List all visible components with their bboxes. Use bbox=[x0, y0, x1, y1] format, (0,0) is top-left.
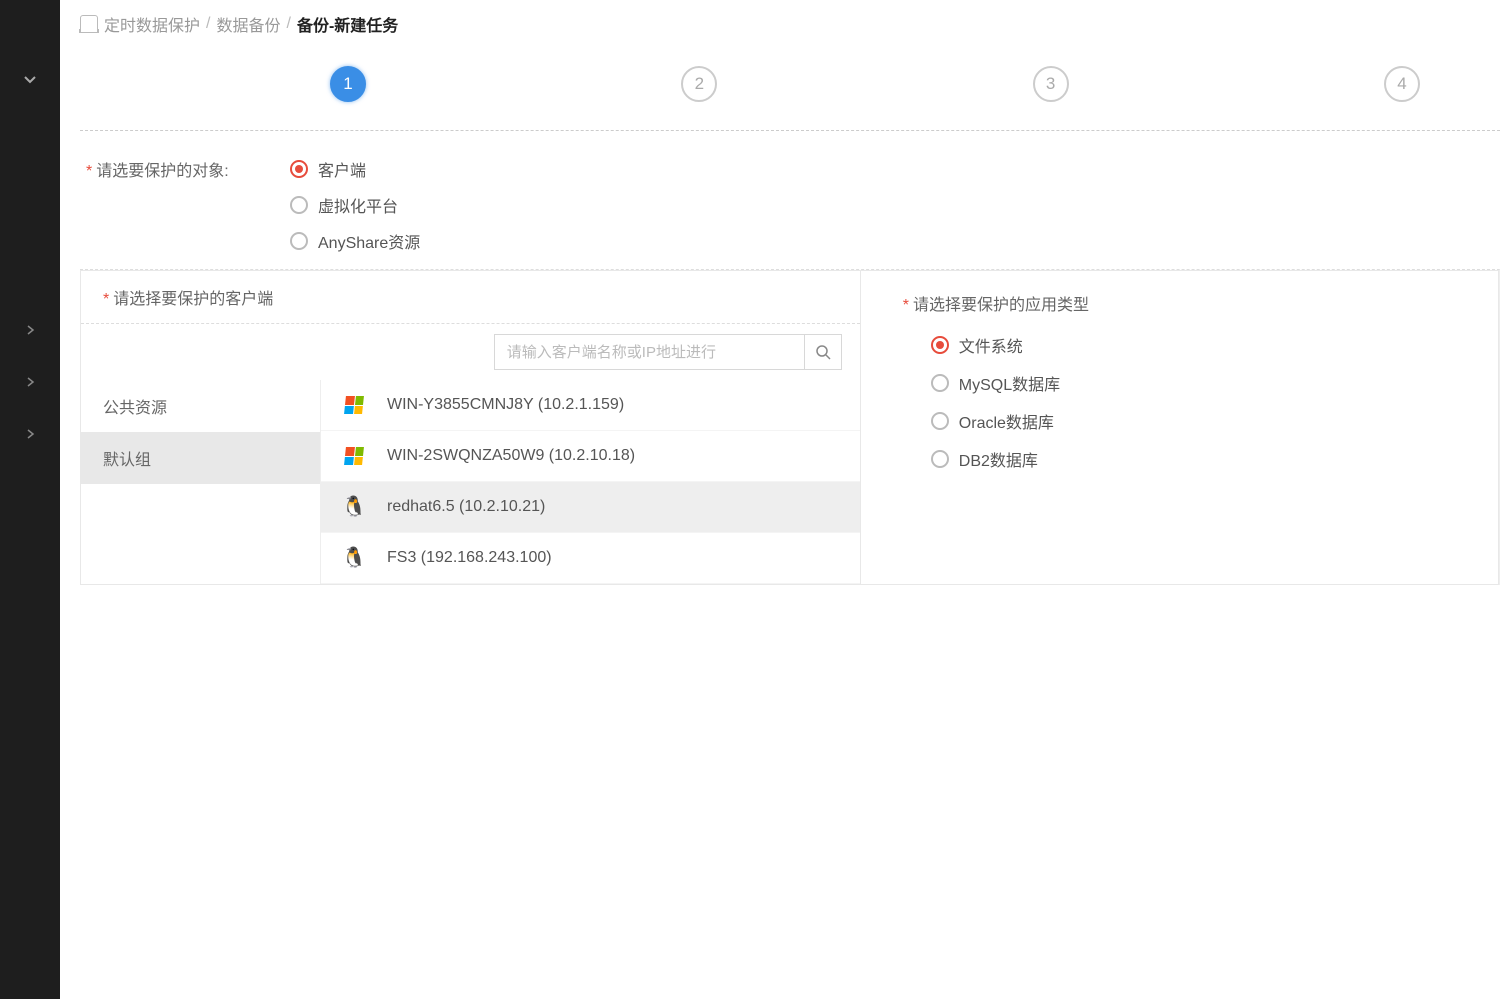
windows-icon bbox=[343, 394, 365, 416]
client-row[interactable]: 🐧 FS3 (192.168.243.100) bbox=[321, 533, 860, 584]
client-search-input[interactable] bbox=[494, 334, 804, 370]
radio-filesystem[interactable]: 文件系统 bbox=[931, 333, 1498, 357]
radio-mysql[interactable]: MySQL数据库 bbox=[931, 371, 1498, 395]
step-2[interactable]: 2 bbox=[681, 66, 717, 102]
search-icon bbox=[815, 344, 831, 360]
radio-label: 文件系统 bbox=[959, 333, 1023, 357]
client-row[interactable]: WIN-2SWQNZA50W9 (10.2.10.18) bbox=[321, 431, 860, 482]
apptype-panel: *请选择要保护的应用类型 文件系统 MySQL数据库 Oracle数据库 bbox=[860, 270, 1499, 585]
sidebar-nav-2[interactable] bbox=[0, 356, 60, 408]
radio-label: 客户端 bbox=[318, 157, 366, 181]
radio-label: Oracle数据库 bbox=[959, 409, 1054, 433]
breadcrumb-sep: / bbox=[286, 15, 290, 33]
linux-icon: 🐧 bbox=[343, 496, 365, 518]
sidebar-nav-3[interactable] bbox=[0, 408, 60, 460]
chevron-down-icon bbox=[22, 72, 38, 88]
object-section-label: *请选要保护的对象: bbox=[80, 157, 290, 181]
sidebar bbox=[0, 0, 60, 999]
sidebar-toggle[interactable] bbox=[0, 60, 60, 104]
client-list: WIN-Y3855CMNJ8Y (10.2.1.159) WIN-2SWQNZA… bbox=[321, 380, 860, 584]
breadcrumb-current: 备份-新建任务 bbox=[297, 12, 398, 36]
chevron-right-icon bbox=[25, 429, 35, 439]
radio-icon bbox=[290, 160, 308, 178]
client-label: WIN-2SWQNZA50W9 (10.2.10.18) bbox=[387, 447, 635, 465]
windows-icon bbox=[343, 445, 365, 467]
device-icon bbox=[80, 15, 98, 33]
client-search-button[interactable] bbox=[804, 334, 842, 370]
breadcrumb: 定时数据保护 / 数据备份 / 备份-新建任务 bbox=[80, 0, 1500, 50]
client-row[interactable]: WIN-Y3855CMNJ8Y (10.2.1.159) bbox=[321, 380, 860, 431]
group-list: 公共资源 默认组 bbox=[81, 380, 321, 584]
client-label: FS3 (192.168.243.100) bbox=[387, 549, 552, 567]
radio-icon bbox=[290, 232, 308, 250]
radio-label: MySQL数据库 bbox=[959, 371, 1060, 395]
wizard-steps: 1 2 3 4 bbox=[80, 50, 1500, 131]
radio-anyshare[interactable]: AnyShare资源 bbox=[290, 229, 420, 253]
radio-icon bbox=[931, 374, 949, 392]
client-row[interactable]: 🐧 redhat6.5 (10.2.10.21) bbox=[321, 482, 860, 533]
breadcrumb-link-2[interactable]: 数据备份 bbox=[216, 12, 280, 36]
radio-db2[interactable]: DB2数据库 bbox=[931, 447, 1498, 471]
breadcrumb-link-1[interactable]: 定时数据保护 bbox=[104, 12, 200, 36]
radio-oracle[interactable]: Oracle数据库 bbox=[931, 409, 1498, 433]
apptype-label: *请选择要保护的应用类型 bbox=[861, 271, 1498, 327]
client-label: redhat6.5 (10.2.10.21) bbox=[387, 498, 545, 516]
radio-label: DB2数据库 bbox=[959, 447, 1038, 471]
breadcrumb-sep: / bbox=[206, 15, 210, 33]
step-3[interactable]: 3 bbox=[1033, 66, 1069, 102]
radio-icon bbox=[931, 336, 949, 354]
radio-icon bbox=[290, 196, 308, 214]
radio-client[interactable]: 客户端 bbox=[290, 157, 420, 181]
sidebar-nav-1[interactable] bbox=[0, 304, 60, 356]
step-1[interactable]: 1 bbox=[330, 66, 366, 102]
radio-icon bbox=[931, 412, 949, 430]
radio-label: AnyShare资源 bbox=[318, 229, 420, 253]
chevron-right-icon bbox=[25, 325, 35, 335]
radio-virtual[interactable]: 虚拟化平台 bbox=[290, 193, 420, 217]
radio-label: 虚拟化平台 bbox=[318, 193, 398, 217]
group-public[interactable]: 公共资源 bbox=[81, 380, 320, 432]
linux-icon: 🐧 bbox=[343, 547, 365, 569]
group-default[interactable]: 默认组 bbox=[81, 432, 320, 484]
client-label: WIN-Y3855CMNJ8Y (10.2.1.159) bbox=[387, 396, 624, 414]
step-4[interactable]: 4 bbox=[1384, 66, 1420, 102]
chevron-right-icon bbox=[25, 377, 35, 387]
client-panel-title: *请选择要保护的客户端 bbox=[81, 271, 860, 324]
radio-icon bbox=[931, 450, 949, 468]
client-panel: *请选择要保护的客户端 公共资源 默认组 bbox=[80, 270, 860, 585]
